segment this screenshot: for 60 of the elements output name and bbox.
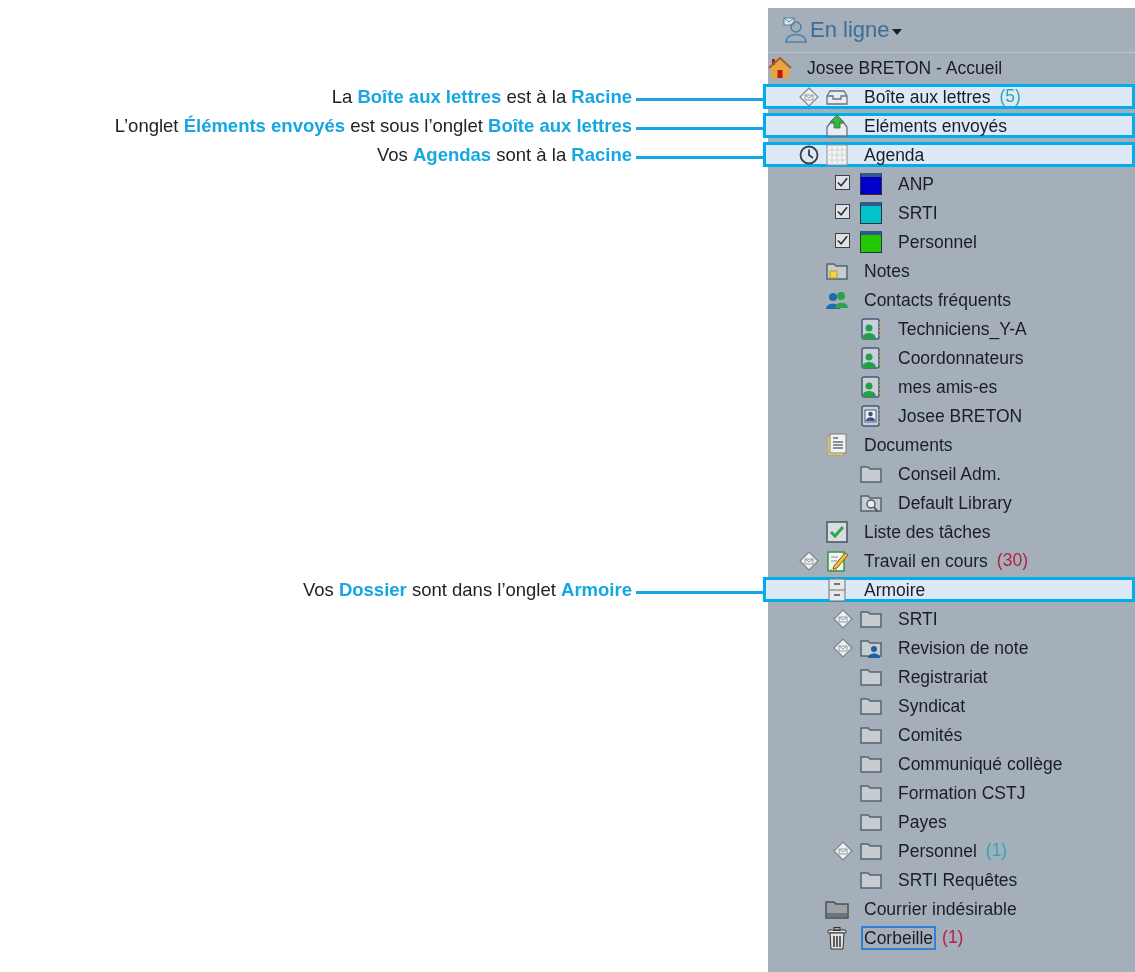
checkbox[interactable] <box>835 174 850 190</box>
calendar-icon <box>825 142 849 167</box>
envelope-tag-icon <box>832 839 854 862</box>
tree-item-label[interactable]: Default Library <box>895 490 1015 515</box>
envelope-tag-icon <box>798 549 820 572</box>
caret-icon <box>891 29 902 35</box>
address-book-icon <box>859 316 883 341</box>
checkbox[interactable] <box>835 232 850 248</box>
tree-item-label[interactable]: SRTI <box>895 200 941 225</box>
callout-text: Vos Agendas sont à la Racine <box>376 143 632 166</box>
tree-item-label[interactable]: Josee BRETON - Accueil <box>804 55 1006 80</box>
tree-item-label[interactable]: Conseil Adm. <box>895 461 1005 486</box>
tree-item-label[interactable]: Formation CSTJ <box>895 780 1029 805</box>
unread-count: (1) <box>942 927 964 948</box>
callout-text: Vos Dossier sont dans l’onglet Armoire <box>302 578 632 601</box>
tree-item-label[interactable]: ANP <box>895 171 937 196</box>
tree-item-label[interactable]: Travail en cours <box>861 548 991 573</box>
address-book-icon <box>859 374 883 399</box>
tree-item-label[interactable]: Armoire <box>861 577 929 602</box>
unread-count: (30) <box>996 550 1028 571</box>
envelope-tag-icon <box>832 636 854 659</box>
documents-icon <box>825 432 849 457</box>
callout-text: L’onglet Éléments envoyés est sous l’onglet Boîte aux lettres <box>114 114 632 137</box>
tree-item-label[interactable]: Revision de note <box>895 635 1032 660</box>
checkbox[interactable] <box>835 203 850 219</box>
address-book-icon <box>859 403 883 428</box>
tree-item-label[interactable]: Boîte aux lettres <box>861 84 994 109</box>
tree-item-label[interactable]: Payes <box>895 809 950 834</box>
tree-item-label[interactable]: Eléments envoyés <box>861 113 1010 138</box>
trash-icon <box>825 925 849 950</box>
tree-item-label[interactable]: SRTI <box>895 606 941 631</box>
tree-item-label[interactable]: Agenda <box>861 142 928 167</box>
envelope-tag-icon <box>798 85 820 108</box>
tree-item-label[interactable]: Contacts fréquents <box>861 287 1014 312</box>
unread-count: (1) <box>985 840 1008 861</box>
tree-item-label[interactable]: Corbeille <box>861 925 937 950</box>
home-icon <box>768 55 792 80</box>
tree-item-label[interactable]: Techniciens_Y-A <box>895 316 1030 341</box>
tree-item-label[interactable]: Documents <box>861 432 956 457</box>
tree-item-label[interactable]: Courrier indésirable <box>861 896 1020 921</box>
tree-item-label[interactable]: Coordonnateurs <box>895 345 1027 370</box>
tree-item-label[interactable]: Personnel <box>895 229 980 254</box>
tree-item-label[interactable]: Syndicat <box>895 693 969 718</box>
notepad-pencil-icon <box>825 548 849 573</box>
tree-item-label[interactable]: mes amis-es <box>895 374 1001 399</box>
envelope-tag-icon <box>832 607 854 630</box>
checklist-icon <box>825 519 849 544</box>
clock-icon <box>798 143 820 166</box>
address-book-icon <box>859 345 883 370</box>
tree-item-label[interactable]: SRTI Requêtes <box>895 867 1021 892</box>
person-envelope-icon <box>782 17 808 43</box>
tree-item-label[interactable]: Liste des tâches <box>861 519 994 544</box>
tree-item-label[interactable]: Personnel <box>895 838 980 863</box>
callout-text: La Boîte aux lettres est à la Racine <box>331 85 632 108</box>
tree-item-label[interactable]: Notes <box>861 258 913 283</box>
tree-item-label[interactable]: Communiqué collège <box>895 751 1066 776</box>
tree-item-label[interactable]: Registrariat <box>895 664 991 689</box>
tree-item-label[interactable]: Josee BRETON <box>895 403 1026 428</box>
tree-item-label[interactable]: Comités <box>895 722 966 747</box>
unread-count: (5) <box>999 86 1021 107</box>
